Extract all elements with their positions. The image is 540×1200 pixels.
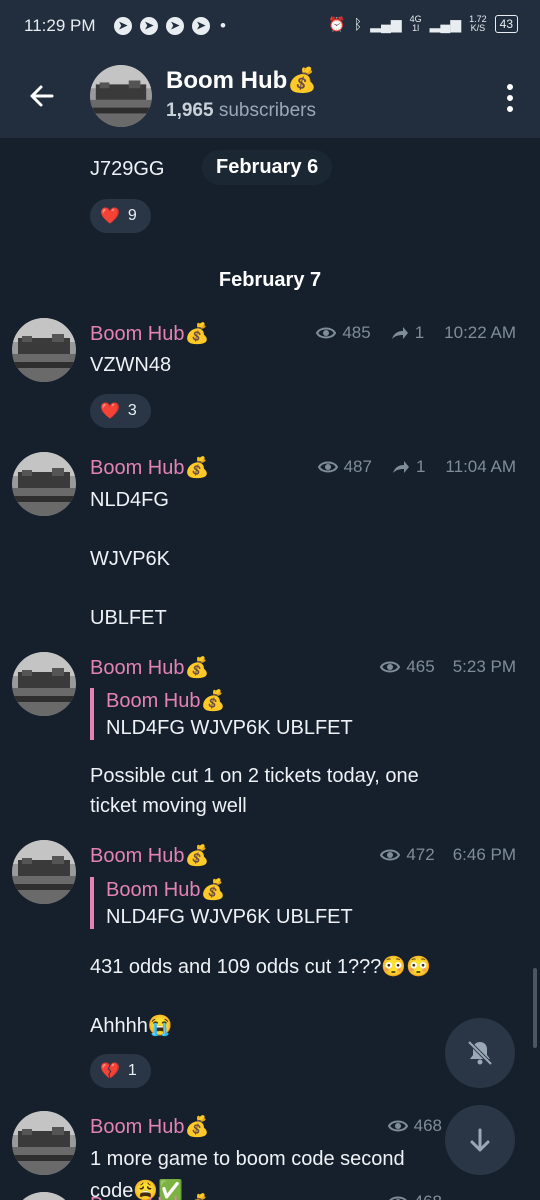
- avatar[interactable]: [12, 652, 76, 716]
- heart-icon: ❤️: [100, 403, 120, 420]
- subscriber-count: 1,965 subscribers: [166, 100, 316, 121]
- avatar[interactable]: [12, 1111, 76, 1175]
- eye-icon: [387, 1120, 408, 1132]
- quote-text: NLD4FG WJVP6K UBLFET: [106, 906, 353, 928]
- reaction-count: 9: [127, 207, 137, 224]
- view-count: 485: [342, 323, 371, 342]
- eye-icon: [380, 849, 401, 861]
- message-meta: 465 5:23 PM: [380, 657, 516, 677]
- telegram-notification-icon: ➤: [166, 17, 184, 35]
- message-text: NLD4FG: [90, 489, 169, 511]
- message-meta: 485 1 10:22 AM: [316, 323, 516, 343]
- message-text: Ahhhh😭: [90, 1015, 173, 1037]
- date-separator: February 6: [202, 150, 333, 185]
- view-count: 468: [413, 1116, 442, 1135]
- avatar[interactable]: [12, 318, 76, 382]
- message-time: 11:04 AM: [445, 457, 516, 476]
- status-time: 11:29 PM: [24, 16, 96, 35]
- bell-mute-icon: [467, 1040, 493, 1066]
- share-arrow-icon: [392, 461, 409, 473]
- heart-icon: ❤️: [100, 208, 120, 225]
- eye-icon: [317, 461, 338, 473]
- message-time: 10:22 AM: [444, 323, 516, 342]
- network-type: 4G 1l: [409, 14, 422, 33]
- eye-icon: [316, 327, 337, 339]
- quote-sender: Boom Hub💰: [106, 879, 226, 901]
- quote-sender: Boom Hub💰: [106, 690, 226, 712]
- chat-header: Boom Hub💰 1,965 subscribers: [0, 56, 540, 138]
- avatar[interactable]: [12, 452, 76, 516]
- view-count: 468: [414, 1192, 442, 1200]
- share-count: 1: [415, 457, 426, 476]
- telegram-notification-icon: ➤: [140, 17, 158, 35]
- message-time: 5:23 PM: [452, 657, 516, 676]
- reply-quote[interactable]: Boom Hub💰 NLD4FG WJVP6K UBLFET: [90, 688, 353, 740]
- reaction-chip[interactable]: 💔 1: [90, 1054, 151, 1088]
- avatar[interactable]: [12, 840, 76, 904]
- network-speed: 1.72 K/S: [469, 14, 487, 33]
- message-meta: 468: [387, 1116, 442, 1136]
- broken-heart-icon: 💔: [100, 1063, 120, 1080]
- view-count: 465: [406, 657, 435, 676]
- message-text: 431 odds and 109 odds cut 1???😳😳: [90, 956, 432, 978]
- mute-button[interactable]: [445, 1018, 515, 1088]
- sender-name[interactable]: Boom Hub💰: [90, 843, 209, 868]
- battery-icon: 43: [494, 15, 518, 33]
- message-text: ticket moving well: [90, 795, 247, 817]
- reaction-count: 1: [127, 1062, 137, 1079]
- telegram-notification-icon: ➤: [114, 17, 132, 35]
- message-meta: 472 6:46 PM: [380, 845, 516, 865]
- share-arrow-icon: [391, 327, 408, 339]
- sender-name[interactable]: Boom Hub💰: [90, 1114, 209, 1139]
- arrow-left-icon: [30, 85, 54, 107]
- sender-name[interactable]: Boom Hub💰: [90, 655, 209, 680]
- message-meta: 487 1 11:04 AM: [317, 457, 516, 477]
- reaction-count: 3: [127, 402, 137, 419]
- alarm-icon: ⏰: [328, 15, 346, 32]
- signal-icon: ▂▄▆: [429, 15, 462, 32]
- bluetooth-icon: ᛒ: [353, 16, 363, 32]
- message-meta: 468: [388, 1192, 442, 1200]
- telegram-notification-icon: ➤: [192, 17, 210, 35]
- message-text: 1 more game to boom code second: [90, 1148, 405, 1170]
- view-count: 487: [343, 457, 372, 476]
- eye-icon: [380, 661, 401, 673]
- message-text: WJVP6K: [90, 548, 171, 570]
- eye-icon: [388, 1196, 407, 1200]
- sender-name[interactable]: Boom Hub💰: [90, 1192, 209, 1200]
- channel-avatar[interactable]: [90, 65, 152, 127]
- more-notifications-dot-icon: •: [220, 16, 226, 35]
- scroll-down-button[interactable]: [445, 1105, 515, 1175]
- scrollbar-thumb[interactable]: [533, 968, 537, 1048]
- channel-title[interactable]: Boom Hub💰: [166, 66, 317, 95]
- message-text: VZWN48: [90, 354, 172, 376]
- message-text: Possible cut 1 on 2 tickets today, one: [90, 765, 419, 787]
- reply-quote[interactable]: Boom Hub💰 NLD4FG WJVP6K UBLFET: [90, 877, 353, 929]
- signal-icon: ▂▄▆: [370, 15, 402, 32]
- sender-name[interactable]: Boom Hub💰: [90, 321, 209, 346]
- kebab-menu-icon[interactable]: [504, 78, 516, 118]
- status-bar: 11:29 PM ➤ ➤ ➤ ➤ • ⏰ ᛒ ▂▄▆ 4G 1l ▂▄▆ 1.72…: [0, 0, 540, 56]
- view-count: 472: [406, 845, 435, 864]
- sender-name[interactable]: Boom Hub💰: [90, 455, 209, 480]
- quote-text: NLD4FG WJVP6K UBLFET: [106, 717, 353, 739]
- date-separator: February 7: [218, 269, 322, 291]
- avatar[interactable]: [12, 1192, 76, 1200]
- share-count: 1: [414, 323, 425, 342]
- arrow-down-icon: [470, 1128, 490, 1152]
- message-text: J729GG: [90, 158, 165, 180]
- reaction-chip[interactable]: ❤️ 9: [90, 199, 151, 233]
- message-time: 6:46 PM: [452, 845, 516, 864]
- back-button[interactable]: [22, 76, 62, 116]
- reaction-chip[interactable]: ❤️ 3: [90, 394, 151, 428]
- message-text: UBLFET: [90, 607, 167, 629]
